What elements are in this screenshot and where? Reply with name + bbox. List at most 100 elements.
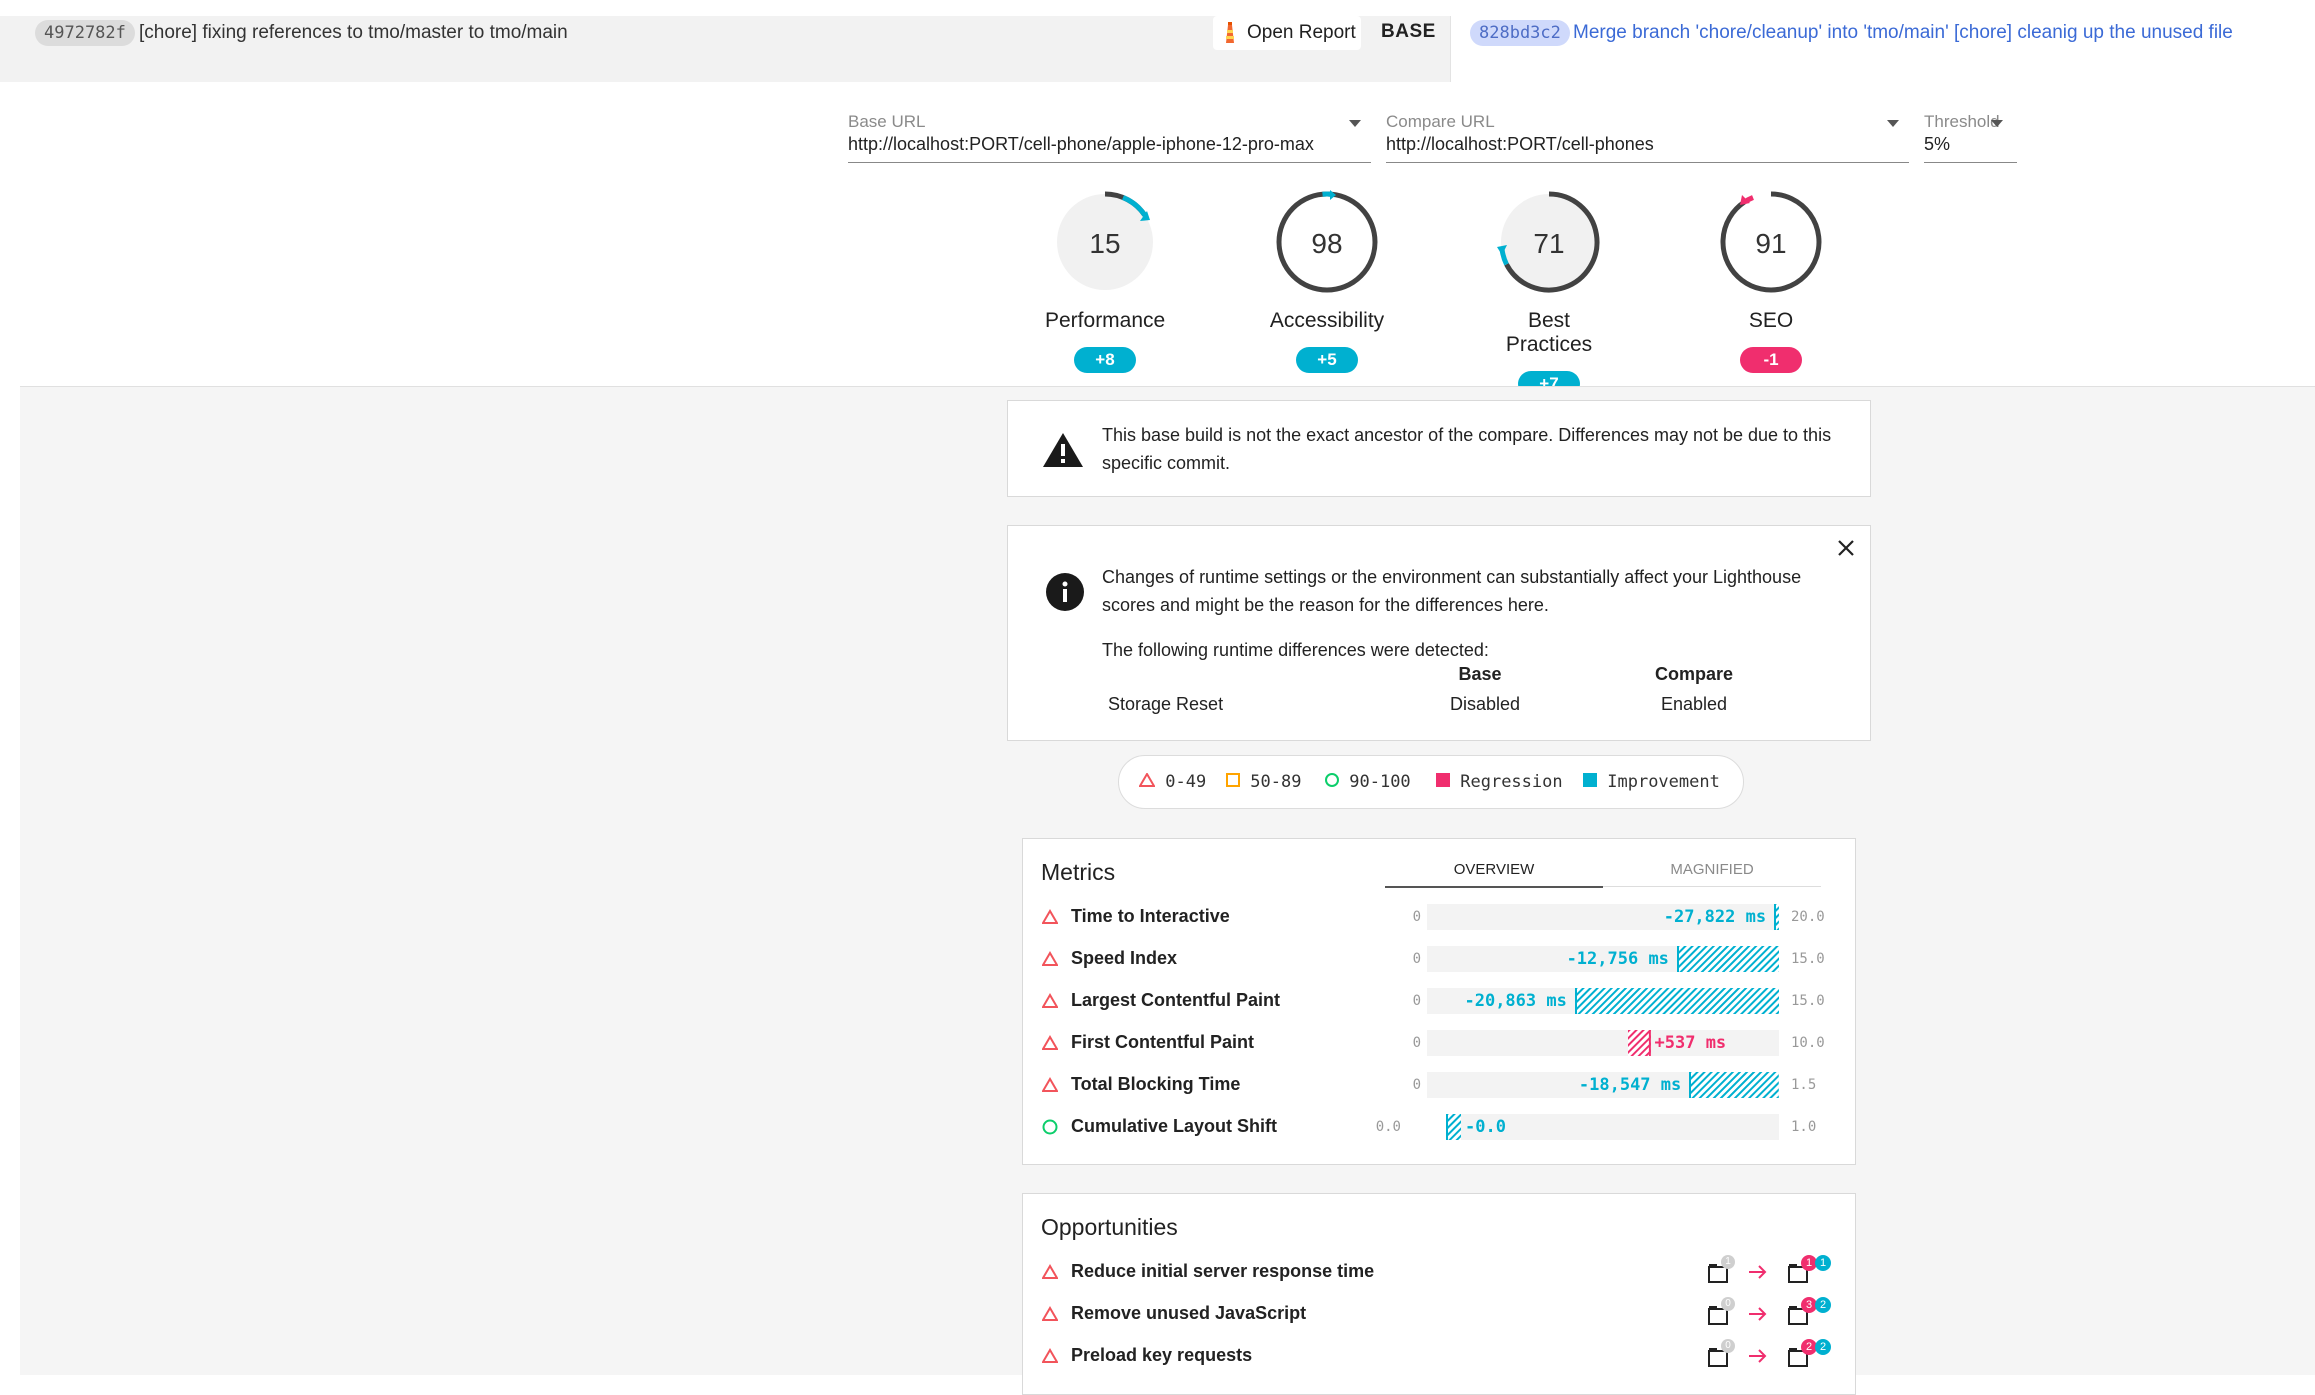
triangle-icon	[1041, 1077, 1059, 1093]
triangle-icon	[1041, 993, 1059, 1009]
metric-delta: -27,822 ms	[1663, 907, 1767, 927]
ancestor-warning-card: This base build is not the exact ancesto…	[1007, 400, 1871, 497]
metric-row[interactable]: Speed Index 0 -12,756 ms 15.0	[1023, 944, 1855, 974]
gauge-ring: 98	[1276, 190, 1378, 293]
compare-audit-count-icon: 11	[1787, 1255, 1831, 1285]
tab-magnified[interactable]: MAGNIFIED	[1603, 856, 1821, 887]
metric-axis-min: 0	[1412, 951, 1421, 967]
circle-icon	[1042, 1119, 1058, 1135]
threshold-select[interactable]: Threshold 5%	[1924, 110, 2017, 163]
warning-icon	[1042, 431, 1084, 474]
base-audit-count-icon: 1	[1707, 1255, 1737, 1285]
threshold-label: Threshold	[1924, 112, 2000, 131]
info-icon	[1045, 572, 1085, 617]
base-count-badge: 0	[1721, 1297, 1735, 1311]
opportunity-row[interactable]: Reduce initial server response time 1 1 1	[1023, 1255, 1855, 1287]
circle-icon	[1325, 773, 1339, 787]
compare-url-select[interactable]: Compare URL http://localhost:PORT/cell-p…	[1386, 110, 1909, 163]
metric-delta: -12,756 ms	[1566, 949, 1669, 969]
triangle-icon	[1041, 1348, 1059, 1364]
close-icon[interactable]	[1836, 538, 1856, 563]
base-build-hash[interactable]: 4972782f	[35, 20, 135, 46]
metric-delta: -20,863 ms	[1464, 991, 1567, 1011]
base-count-badge: 0	[1721, 1339, 1735, 1353]
compare-build-message[interactable]: Merge branch 'chore/cleanup' into 'tmo/m…	[1573, 21, 2233, 45]
metric-name: Largest Contentful Paint	[1071, 990, 1281, 1010]
legend-item-pass: 90-100	[1325, 772, 1411, 792]
tab-overview[interactable]: OVERVIEW	[1385, 856, 1603, 888]
metric-axis-min: 0	[1412, 909, 1421, 925]
gauge-label: Best Practices	[1505, 309, 1593, 356]
base-audit-count-icon: 0	[1707, 1339, 1737, 1369]
metric-axis-max: 20.0	[1791, 909, 1825, 925]
score-delta-badge: +8	[1074, 347, 1136, 373]
warning-text: This base build is not the exact ancesto…	[1102, 425, 1832, 473]
improvement-bar	[1689, 1072, 1779, 1098]
regression-bar	[1627, 1030, 1651, 1056]
gauge-score: 71	[1533, 228, 1564, 259]
opportunity-row[interactable]: Remove unused JavaScript 0 3 2	[1023, 1297, 1855, 1329]
metrics-title: Metrics	[1041, 859, 1116, 885]
runtime-setting-name: Storage Reset	[1108, 694, 1224, 714]
score-gauge-seo[interactable]: 91 SEO -1	[1711, 187, 1831, 373]
score-gauge-performance[interactable]: 15 Performance +8	[1045, 187, 1165, 373]
runtime-setting-base: Disabled	[1449, 694, 1521, 714]
open-report-button[interactable]: Open Report	[1213, 16, 1361, 50]
gauge-ring: 91	[1720, 191, 1822, 293]
dropdown-arrow-icon	[1991, 120, 2003, 127]
metric-delta: -18,547 ms	[1578, 1075, 1682, 1095]
opportunity-name: Reduce initial server response time	[1071, 1261, 1375, 1281]
metric-row[interactable]: Time to Interactive 0 -27,822 ms 20.0	[1023, 902, 1855, 932]
metric-row[interactable]: First Contentful Paint 0 +537 ms 10.0	[1023, 1028, 1855, 1058]
base-url-select[interactable]: Base URL http://localhost:PORT/cell-phon…	[848, 110, 1371, 163]
improvement-bar	[1574, 988, 1779, 1014]
metric-row[interactable]: Cumulative Layout Shift 0.0 -0.0 1.0	[1023, 1112, 1855, 1142]
improvement-count-badge: 2	[1815, 1297, 1831, 1313]
gauge-label: SEO	[1748, 309, 1794, 332]
improvement-bar	[1774, 904, 1779, 930]
compare-url-label: Compare URL	[1386, 112, 1495, 131]
metric-row[interactable]: Total Blocking Time 0 -18,547 ms 1.5	[1023, 1070, 1855, 1100]
metrics-card: Metrics OVERVIEW MAGNIFIED Time to Inter…	[1022, 838, 1856, 1165]
arrow-right-icon	[1747, 1305, 1769, 1328]
metric-bar-track	[1427, 1030, 1779, 1056]
runtime-setting-compare: Enabled	[1660, 694, 1728, 714]
compare-audit-count-icon: 32	[1787, 1297, 1831, 1327]
base-url-label: Base URL	[848, 112, 926, 131]
metric-axis-min: 0	[1412, 993, 1421, 1009]
base-audit-count-icon: 0	[1707, 1297, 1737, 1327]
arrow-right-icon	[1747, 1263, 1769, 1286]
triangle-icon	[1041, 951, 1059, 967]
compare-build-hash[interactable]: 828bd3c2	[1470, 20, 1570, 46]
improvement-bar	[1676, 946, 1779, 972]
opportunity-row[interactable]: Preload key requests 0 2 2	[1023, 1339, 1855, 1371]
score-delta-badge: -1	[1740, 347, 1802, 373]
metric-axis-max: 10.0	[1791, 1035, 1825, 1051]
dropdown-arrow-icon	[1887, 120, 1899, 127]
compare-url-value: http://localhost:PORT/cell-phones	[1386, 134, 1654, 154]
gauge-ring: 71	[1497, 191, 1600, 293]
triangle-icon	[1041, 1306, 1059, 1322]
base-build-message: [chore] fixing references to tmo/master …	[139, 22, 568, 43]
score-gauge-best-practices[interactable]: 71 Best Practices +7	[1489, 187, 1609, 397]
score-gauge-accessibility[interactable]: 98 Accessibility +5	[1267, 187, 1387, 373]
score-legend: 0-49 50-89 90-100 Regression Improvement	[1118, 755, 1744, 809]
dropdown-arrow-icon	[1349, 120, 1361, 127]
metric-delta: -0.0	[1464, 1117, 1506, 1137]
compare-audit-count-icon: 22	[1787, 1339, 1831, 1369]
metric-row[interactable]: Largest Contentful Paint 0 -20,863 ms 15.0	[1023, 986, 1855, 1016]
metric-axis-max: 15.0	[1791, 993, 1825, 1009]
legend-item-improvement: Improvement	[1583, 772, 1720, 792]
triangle-icon	[1041, 1264, 1059, 1280]
metric-axis-min: 0.0	[1375, 1119, 1401, 1135]
gauge-label: Performance	[1045, 309, 1166, 332]
legend-item-average: 50-89	[1226, 772, 1301, 792]
lighthouse-icon	[1219, 16, 1241, 50]
metric-name: Time to Interactive	[1071, 906, 1230, 926]
opportunities-title: Opportunities	[1041, 1214, 1178, 1240]
metric-axis-max: 15.0	[1791, 951, 1825, 967]
column-header-compare: Compare	[1654, 664, 1734, 684]
legend-item-fail: 0-49	[1138, 772, 1206, 792]
gauge-score: 98	[1311, 228, 1342, 259]
square-icon	[1226, 773, 1240, 787]
